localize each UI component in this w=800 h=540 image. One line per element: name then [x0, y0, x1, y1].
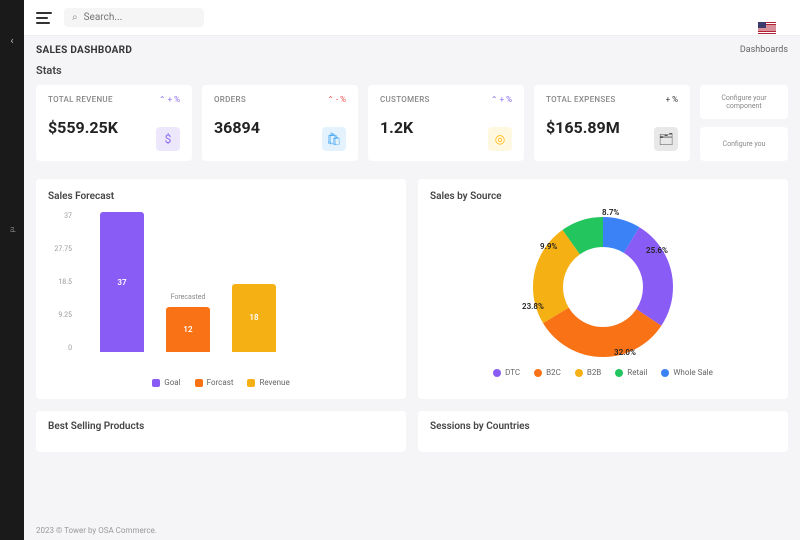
stat-card-expenses: TOTAL EXPENSES + % $165.89M 🗂	[534, 85, 690, 161]
forecast-chart-card: Sales Forecast 37 27.75 18.5 9.25 0 37 Fo…	[36, 179, 406, 399]
best-selling-card: Best Selling Products	[36, 411, 406, 452]
stat-trend: ⌃ - %	[327, 95, 346, 104]
legend-item: Retail	[615, 368, 647, 377]
donut: 8.7%25.6%32.0%23.8%9.9%	[528, 212, 678, 362]
bar: 37	[100, 212, 144, 352]
bar: 18	[232, 284, 276, 352]
sessions-card: Sessions by Countries	[418, 411, 788, 452]
donut-chart: 8.7%25.6%32.0%23.8%9.9% DTCB2CB2BRetailW…	[430, 212, 776, 377]
sidebar-rail: ‹ rd	[0, 0, 24, 540]
search-box[interactable]: ⌕	[64, 8, 204, 27]
legend-item: B2C	[534, 368, 561, 377]
donut-slice-label: 32.0%	[614, 348, 636, 357]
legend-item-forecast: Forcast	[195, 378, 234, 387]
sidebar-hint: rd	[9, 227, 16, 232]
card-title: Best Selling Products	[48, 421, 394, 432]
donut-slice-label: 23.8%	[522, 302, 544, 311]
y-axis: 37 27.75 18.5 9.25 0	[50, 212, 72, 352]
breadcrumb[interactable]: Dashboards	[740, 45, 788, 55]
donut-slice-label: 8.7%	[602, 208, 619, 217]
user-icon: ◎	[488, 127, 512, 151]
flag-icon[interactable]	[758, 22, 776, 34]
stat-label: ORDERS	[214, 95, 346, 104]
bag-icon: 🛍	[322, 127, 346, 151]
stat-card-orders: ORDERS ⌃ - % 36894 🛍	[202, 85, 358, 161]
legend-item: DTC	[493, 368, 520, 377]
config-box[interactable]: Configure your component	[700, 85, 788, 119]
search-icon: ⌕	[72, 12, 78, 23]
source-chart-card: Sales by Source 8.7%25.6%32.0%23.8%9.9% …	[418, 179, 788, 399]
content: Stats TOTAL REVENUE ⌃ + % $559.25K $ ORD…	[24, 64, 800, 520]
forecast-legend: Goal Forcast Revenue	[48, 378, 394, 387]
search-input[interactable]	[84, 12, 196, 23]
stats-header: Stats	[36, 64, 788, 77]
stat-trend: ⌃ + %	[159, 95, 180, 104]
stats-row: TOTAL REVENUE ⌃ + % $559.25K $ ORDERS ⌃ …	[36, 85, 788, 161]
legend-item-goal: Goal	[152, 378, 180, 387]
title-bar: SALES DASHBOARD Dashboards	[24, 36, 800, 64]
menu-icon[interactable]	[36, 12, 52, 24]
dollar-icon: $	[156, 127, 180, 151]
legend-item: Whole Sale	[661, 368, 713, 377]
stat-label: TOTAL EXPENSES	[546, 95, 678, 104]
donut-slice-label: 9.9%	[540, 242, 557, 251]
bars: 37Forecasted1218	[82, 212, 384, 352]
stat-trend: + %	[666, 95, 678, 104]
source-legend: DTC B2C B2B Retail Whole Sale	[493, 368, 713, 377]
bar-wrap: 37	[100, 212, 144, 352]
config-box[interactable]: Configure you	[700, 127, 788, 161]
chevron-left-icon[interactable]: ‹	[10, 36, 13, 47]
stat-trend: ⌃ + %	[491, 95, 512, 104]
legend-item: B2B	[575, 368, 601, 377]
bar: 12	[166, 307, 210, 352]
stat-card-customers: CUSTOMERS ⌃ + % 1.2K ◎	[368, 85, 524, 161]
chart-title: Sales Forecast	[48, 191, 394, 202]
config-column: Configure your component Configure you	[700, 85, 788, 161]
wallet-icon: 🗂	[654, 127, 678, 151]
forecast-annotation: Forecasted	[171, 293, 206, 301]
top-bar: ⌕	[24, 0, 800, 36]
bar-chart: 37 27.75 18.5 9.25 0 37Forecasted1218	[74, 212, 384, 372]
bar-wrap: 18	[232, 284, 276, 352]
stat-card-revenue: TOTAL REVENUE ⌃ + % $559.25K $	[36, 85, 192, 161]
bottom-row: Best Selling Products Sessions by Countr…	[36, 411, 788, 452]
footer: 2023 © Tower by OSA Commerce.	[24, 520, 800, 540]
card-title: Sessions by Countries	[430, 421, 776, 432]
page-title: SALES DASHBOARD	[36, 45, 132, 56]
charts-row: Sales Forecast 37 27.75 18.5 9.25 0 37 Fo…	[36, 179, 788, 399]
legend-item-revenue: Revenue	[247, 378, 289, 387]
donut-slice-label: 25.6%	[646, 246, 668, 255]
bar-wrap: Forecasted12	[166, 307, 210, 352]
chart-title: Sales by Source	[430, 191, 776, 202]
